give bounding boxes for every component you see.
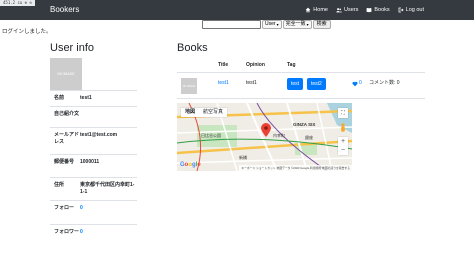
nav-logout[interactable]: Log out	[398, 5, 424, 15]
map-label: 銀座	[305, 135, 313, 140]
search-input[interactable]	[202, 20, 261, 29]
info-value: 東京都千代田区内幸町1-1-1	[80, 177, 137, 201]
info-label: メールアドレス	[50, 127, 80, 155]
info-value: test1	[80, 90, 137, 107]
nav-users[interactable]: Users	[336, 5, 358, 15]
zoom-control: + −	[338, 137, 348, 155]
books-heading: Books	[177, 42, 208, 54]
info-label: フォロー	[50, 200, 80, 225]
map-marker-icon[interactable]	[261, 123, 271, 137]
users-icon	[336, 8, 342, 13]
info-label: 名前	[50, 90, 80, 107]
map-attribution[interactable]: キーボード ショートカット 地図データ ©2023 Google 利用規約 地図…	[239, 165, 352, 171]
map-type-satellite[interactable]: 航空写真	[199, 108, 227, 117]
column-header: Tag	[287, 62, 296, 68]
book-thumbnail[interactable]: NO IMAGE	[181, 78, 197, 94]
map-label: 日比谷公園	[201, 133, 221, 138]
heart-icon	[352, 81, 358, 86]
navbar: 451.2 cu ⊕ ⊙ Bookers Home Users Books Lo…	[0, 0, 474, 20]
model-select-value: User	[265, 21, 276, 27]
column-header: Opinion	[246, 62, 265, 68]
nav-home[interactable]: Home	[305, 5, 328, 15]
google-logo: Google	[180, 162, 201, 168]
tag-button[interactable]: test2	[307, 78, 326, 90]
info-label: 自己紹介文	[50, 106, 80, 128]
favorite-button[interactable]: 0	[352, 80, 362, 87]
chevron-down-icon: ▾	[276, 22, 279, 27]
zoom-in-icon[interactable]: +	[338, 137, 348, 146]
brand-logo[interactable]: Bookers	[50, 5, 79, 15]
user-avatar: NO IMAGE	[50, 58, 82, 90]
info-row-email: メールアドレス test1@test.com	[50, 127, 137, 155]
info-label: フォロワー	[50, 224, 80, 247]
search-button[interactable]: 検索	[312, 20, 331, 29]
info-label: 郵便番号	[50, 154, 80, 178]
info-value: test1@test.com	[80, 127, 137, 155]
book-icon	[366, 7, 372, 13]
info-value	[80, 106, 137, 128]
map-type-control: 地図 航空写真	[181, 108, 228, 117]
chevron-down-icon: ▾	[306, 22, 309, 27]
user-info-table: 名前 test1 自己紹介文 メールアドレス test1@test.com 郵便…	[50, 90, 137, 247]
table-row: NO IMAGE test1 test1 test test2 0 コメント数:…	[177, 73, 425, 99]
map-label: 内幸町	[273, 133, 285, 138]
info-value: 1000011	[80, 154, 137, 178]
book-title-link[interactable]: test1	[218, 80, 229, 87]
info-row-name: 名前 test1	[50, 90, 137, 107]
follow-count-link[interactable]: 0	[80, 200, 137, 225]
info-label: 住所	[50, 177, 80, 201]
favorite-count: 0	[359, 80, 362, 86]
books-table-header: Title Opinion Tag	[177, 57, 425, 73]
nav-home-label: Home	[313, 7, 328, 13]
search-bar: User ▾ 完全一致 ▾ 検索	[202, 20, 331, 29]
nav-books[interactable]: Books	[366, 5, 390, 15]
nav-users-label: Users	[343, 7, 359, 13]
follower-count-link[interactable]: 0	[80, 224, 137, 247]
model-select[interactable]: User ▾	[262, 20, 282, 29]
info-row-follower: フォロワー 0	[50, 224, 137, 247]
tag-button[interactable]: test	[287, 78, 304, 90]
info-row-postal: 郵便番号 1000011	[50, 154, 137, 178]
comment-count: コメント数: 0	[369, 80, 400, 86]
zoom-out-icon[interactable]: −	[338, 146, 348, 155]
info-row-address: 住所 東京都千代田区内幸町1-1-1	[50, 177, 137, 201]
method-select-value: 完全一致	[285, 21, 306, 27]
method-select[interactable]: 完全一致 ▾	[282, 20, 312, 29]
user-info-heading: User info	[50, 42, 95, 54]
info-row-intro: 自己紹介文	[50, 106, 137, 128]
logout-icon	[398, 7, 404, 13]
nav-logout-label: Log out	[405, 7, 424, 13]
nav-books-label: Books	[374, 7, 390, 13]
book-opinion: test1	[246, 80, 257, 86]
map-label: 新橋	[239, 155, 247, 160]
map-label: GINZA SIX	[293, 122, 316, 127]
info-row-follow: フォロー 0	[50, 200, 137, 225]
google-map[interactable]: GINZA SIX 内幸町 日比谷公園 新橋 銀座 地図 航空写真 ⛶ + − …	[177, 103, 352, 171]
fullscreen-icon[interactable]: ⛶	[338, 108, 348, 118]
window-size-badge: 451.2 cu ⊕ ⊙	[0, 0, 35, 6]
column-header: Title	[218, 62, 229, 68]
pegman-icon[interactable]	[339, 123, 347, 133]
nav-links: Home Users Books Log out	[305, 5, 424, 15]
home-icon	[305, 7, 311, 13]
map-type-roadmap[interactable]: 地図	[181, 108, 199, 117]
flash-message: ログインしました。	[2, 29, 52, 35]
